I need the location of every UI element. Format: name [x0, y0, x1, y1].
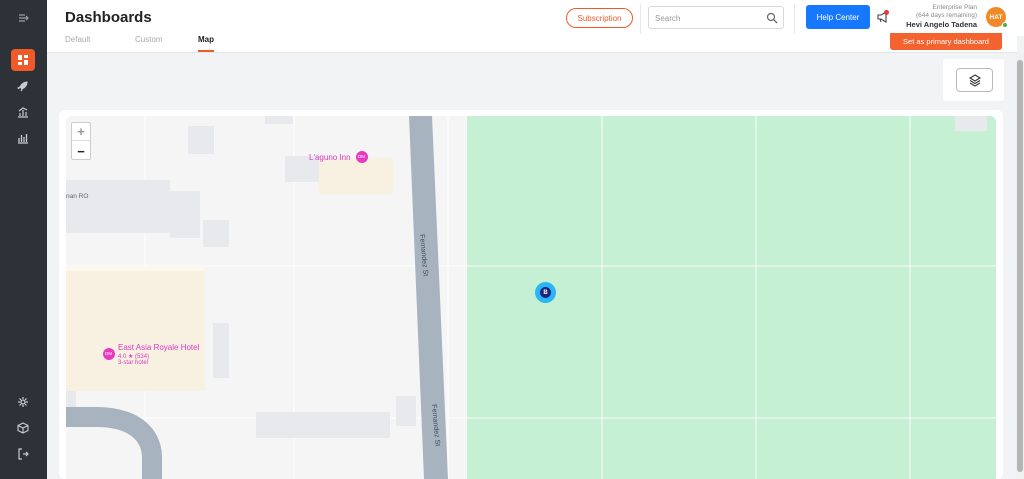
user-name: Hevi Angelo Tadena	[906, 20, 977, 29]
layers-icon	[968, 74, 981, 87]
area-label: nan RO	[66, 193, 89, 200]
sidebar	[0, 0, 47, 479]
menu-icon[interactable]	[11, 7, 35, 29]
search-input[interactable]	[655, 11, 765, 25]
notification-dot	[884, 10, 889, 15]
plan-info: Enterprise Plan (644 days remaining) Hev…	[906, 4, 977, 30]
logout-icon[interactable]	[11, 443, 35, 465]
zoom-out-button[interactable]: −	[72, 142, 90, 160]
gear-icon[interactable]	[11, 391, 35, 413]
chart-up-icon[interactable]	[11, 101, 35, 123]
plan-remaining: (644 days remaining)	[915, 12, 977, 19]
poi-laguno-inn[interactable]: L'aguno Inn	[309, 153, 351, 162]
tab-custom[interactable]: Custom	[135, 36, 163, 52]
location-marker[interactable]: B	[535, 282, 556, 303]
online-status-indicator	[1002, 22, 1008, 28]
zoom-controls: + −	[71, 122, 91, 160]
search-box[interactable]	[648, 6, 784, 29]
subscription-button[interactable]: Subscription	[566, 8, 633, 28]
zoom-in-button[interactable]: +	[72, 123, 90, 141]
tab-map[interactable]: Map	[198, 36, 214, 52]
dashboard-tabs: Default Custom Map Set as primary dashbo…	[47, 33, 1017, 53]
map-base	[66, 116, 996, 479]
layers-card	[943, 59, 1004, 101]
header-divider	[794, 4, 795, 34]
search-icon[interactable]	[766, 12, 778, 24]
poi-category: 3-star hotel	[118, 360, 149, 366]
poi-east-asia-royale-hotel[interactable]: East Asia Royale Hotel	[118, 343, 199, 352]
help-center-button[interactable]: Help Center	[806, 5, 870, 29]
poi-rating: 4.0 ★ (534)	[118, 354, 150, 360]
map[interactable]: + − DM L'aguno Inn DM East Asia Royale H…	[66, 116, 996, 479]
marker-label: B	[540, 287, 551, 298]
tab-default[interactable]: Default	[65, 36, 90, 52]
layers-button[interactable]	[956, 68, 993, 92]
dashboard-grid-icon[interactable]	[11, 49, 35, 71]
poi-badge: DM	[358, 154, 365, 159]
poi-badge: DM	[105, 351, 112, 356]
plan-name: Enterprise Plan	[932, 4, 977, 11]
scrollbar-thumb[interactable]	[1017, 60, 1023, 472]
bar-chart-icon[interactable]	[11, 127, 35, 149]
header: Dashboards Subscription Help Center Ente…	[47, 0, 1024, 36]
header-divider	[640, 4, 641, 34]
rocket-icon[interactable]	[11, 75, 35, 97]
cube-icon[interactable]	[11, 417, 35, 439]
set-primary-dashboard-button[interactable]: Set as primary dashboard	[890, 33, 1002, 50]
page-title: Dashboards	[65, 9, 152, 26]
